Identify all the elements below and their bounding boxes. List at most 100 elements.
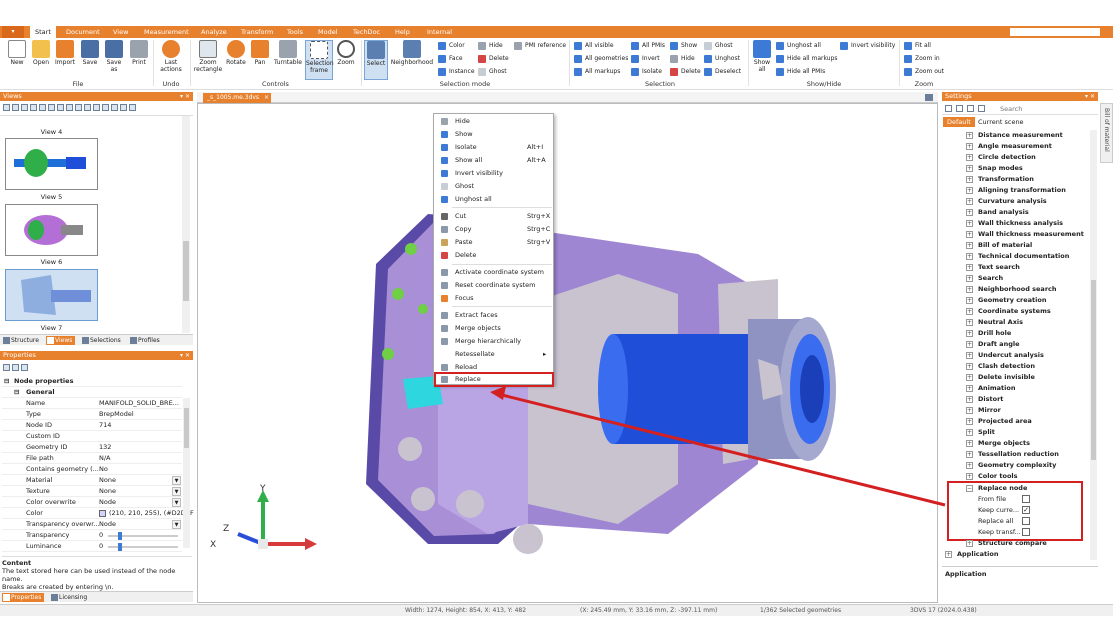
expand-icon[interactable]: + <box>966 132 973 139</box>
select-all-pmis-button[interactable]: All PMIs <box>631 41 665 51</box>
expand-icon[interactable]: + <box>966 396 973 403</box>
expand-icon[interactable]: + <box>966 330 973 337</box>
expand-icon[interactable]: + <box>966 297 973 304</box>
tab-tools[interactable]: Tools <box>287 26 303 38</box>
bill-of-material-side-tab[interactable]: Bill of material <box>1100 103 1113 163</box>
chevron-down-icon[interactable]: ▼ <box>172 476 181 485</box>
tab-current-scene[interactable]: Current scene <box>974 117 1028 127</box>
view-thumbnail[interactable] <box>5 204 98 256</box>
menu-item-copy[interactable]: Copy Strg+C <box>435 223 553 236</box>
tab-techdoc[interactable]: TechDoc <box>353 26 380 38</box>
invert-visibility-button[interactable]: Invert visibility <box>840 41 895 51</box>
selection-frame-button[interactable]: Selection frame <box>305 40 334 80</box>
keep-current-checkbox[interactable]: ✓ <box>1022 506 1030 514</box>
fit-all-button[interactable]: Fit all <box>904 41 931 51</box>
filter-icon[interactable] <box>21 364 28 371</box>
expand-all-icon[interactable] <box>3 364 10 371</box>
select-button[interactable]: Select <box>364 40 388 80</box>
tab-internal[interactable]: Internal <box>427 26 452 38</box>
expand-icon[interactable]: + <box>966 264 973 271</box>
expand-icon[interactable]: + <box>966 429 973 436</box>
menu-item-unghost-all[interactable]: Unghost all <box>435 193 553 206</box>
expand-icon[interactable]: + <box>966 231 973 238</box>
show-all-button[interactable]: Show all <box>751 40 773 73</box>
tab-profiles[interactable]: Profiles <box>129 336 160 345</box>
tab-view[interactable]: View <box>113 26 128 38</box>
tab-properties[interactable]: Properties <box>2 593 45 602</box>
unghost-all-button[interactable]: Unghost all <box>776 41 821 51</box>
neighborhood-button[interactable]: Neighborhood <box>390 40 434 66</box>
view-tool-icon[interactable] <box>75 104 82 111</box>
expand-icon[interactable]: + <box>966 407 973 414</box>
close-icon[interactable]: × <box>264 93 269 103</box>
panel-pin-close-icon[interactable]: ▾ ✕ <box>180 92 190 101</box>
view-tool-icon[interactable] <box>57 104 64 111</box>
chevron-down-icon[interactable]: ▼ <box>172 487 181 496</box>
ghost-mode-button[interactable]: Ghost <box>478 67 507 77</box>
expand-icon[interactable]: + <box>966 308 973 315</box>
tab-views[interactable]: Views <box>46 336 76 345</box>
tab-dropdown-icon[interactable] <box>925 94 933 101</box>
expand-icon[interactable]: + <box>966 385 973 392</box>
menu-item-isolate[interactable]: Isolate Alt+I <box>435 141 553 154</box>
menu-item-retessellate[interactable]: Retessellate ▸ <box>435 348 553 361</box>
tab-start[interactable]: Start <box>30 26 56 38</box>
expand-icon[interactable]: + <box>966 220 973 227</box>
zoom-out-button[interactable]: Zoom out <box>904 67 944 77</box>
menu-item-show-all[interactable]: Show all Alt+A <box>435 154 553 167</box>
tab-selections[interactable]: Selections <box>81 336 121 345</box>
document-tab[interactable]: _s_1005.me.3dvs × <box>203 93 272 103</box>
menu-item-reset-coordinate-system[interactable]: Reset coordinate system <box>435 279 553 292</box>
last-actions-button[interactable]: Last actions <box>156 40 186 73</box>
menu-item-reload[interactable]: Reload <box>435 361 553 374</box>
hide-mode-button[interactable]: Hide <box>478 41 503 51</box>
menu-item-replace[interactable]: Replace <box>434 372 554 387</box>
collapse-all-icon[interactable] <box>12 364 19 371</box>
expand-icon[interactable]: + <box>966 473 973 480</box>
collapse-all-icon[interactable] <box>956 105 963 112</box>
settings-scrollbar[interactable] <box>1090 130 1097 560</box>
replace-all-checkbox[interactable] <box>1022 517 1030 525</box>
expand-icon[interactable]: + <box>966 374 973 381</box>
menu-item-merge-hierarchically[interactable]: Merge hierarchically <box>435 335 553 348</box>
unghost-button[interactable]: Unghost <box>704 54 740 64</box>
pmi-reference-button[interactable]: PMI reference <box>514 41 566 51</box>
chevron-down-icon[interactable]: ▼ <box>172 498 181 507</box>
tab-structure[interactable]: Structure <box>2 336 39 345</box>
select-all-markups-button[interactable]: All markups <box>574 67 620 77</box>
node-properties-root[interactable]: ⊟ Node properties <box>2 376 182 387</box>
app-menu-button[interactable]: ▾ <box>2 26 24 38</box>
expand-icon[interactable]: + <box>966 440 973 447</box>
expand-icon[interactable]: + <box>966 462 973 469</box>
view-tool-icon[interactable] <box>21 104 28 111</box>
expand-icon[interactable]: + <box>966 187 973 194</box>
view-thumbnail-selected[interactable] <box>5 269 98 321</box>
new-button[interactable]: New <box>6 40 28 66</box>
hide-all-markups-button[interactable]: Hide all markups <box>776 54 838 64</box>
view-tool-icon[interactable] <box>84 104 91 111</box>
expand-all-icon[interactable] <box>945 105 952 112</box>
deselect-button[interactable]: Deselect <box>704 67 741 77</box>
3d-viewport[interactable]: Y X Z <box>197 103 938 603</box>
slider-handle[interactable] <box>118 543 122 551</box>
tab-default[interactable]: Default <box>943 117 975 127</box>
panel-pin-close-icon[interactable]: ▾ ✕ <box>1085 92 1095 101</box>
hide-all-pmis-button[interactable]: Hide all PMIs <box>776 67 825 77</box>
pan-button[interactable]: Pan <box>249 40 271 66</box>
expand-icon[interactable]: + <box>966 341 973 348</box>
ghost-button[interactable]: Ghost <box>704 41 733 51</box>
instance-select-button[interactable]: Instance <box>438 67 475 77</box>
expand-icon[interactable]: + <box>966 165 973 172</box>
filter-icon[interactable] <box>978 105 985 112</box>
delete-button[interactable]: Delete <box>670 67 701 77</box>
expand-icon[interactable]: + <box>966 154 973 161</box>
properties-scrollbar[interactable] <box>183 398 190 548</box>
menu-item-merge-objects[interactable]: Merge objects <box>435 322 553 335</box>
tab-measurement[interactable]: Measurement <box>144 26 189 38</box>
tab-licensing[interactable]: Licensing <box>50 593 87 602</box>
print-button[interactable]: Print <box>128 40 150 66</box>
invert-selection-button[interactable]: Invert <box>631 54 660 64</box>
menu-item-activate-coordinate-system[interactable]: Activate coordinate system <box>435 266 553 279</box>
expand-icon[interactable]: + <box>966 352 973 359</box>
view-tool-icon[interactable] <box>3 104 10 111</box>
